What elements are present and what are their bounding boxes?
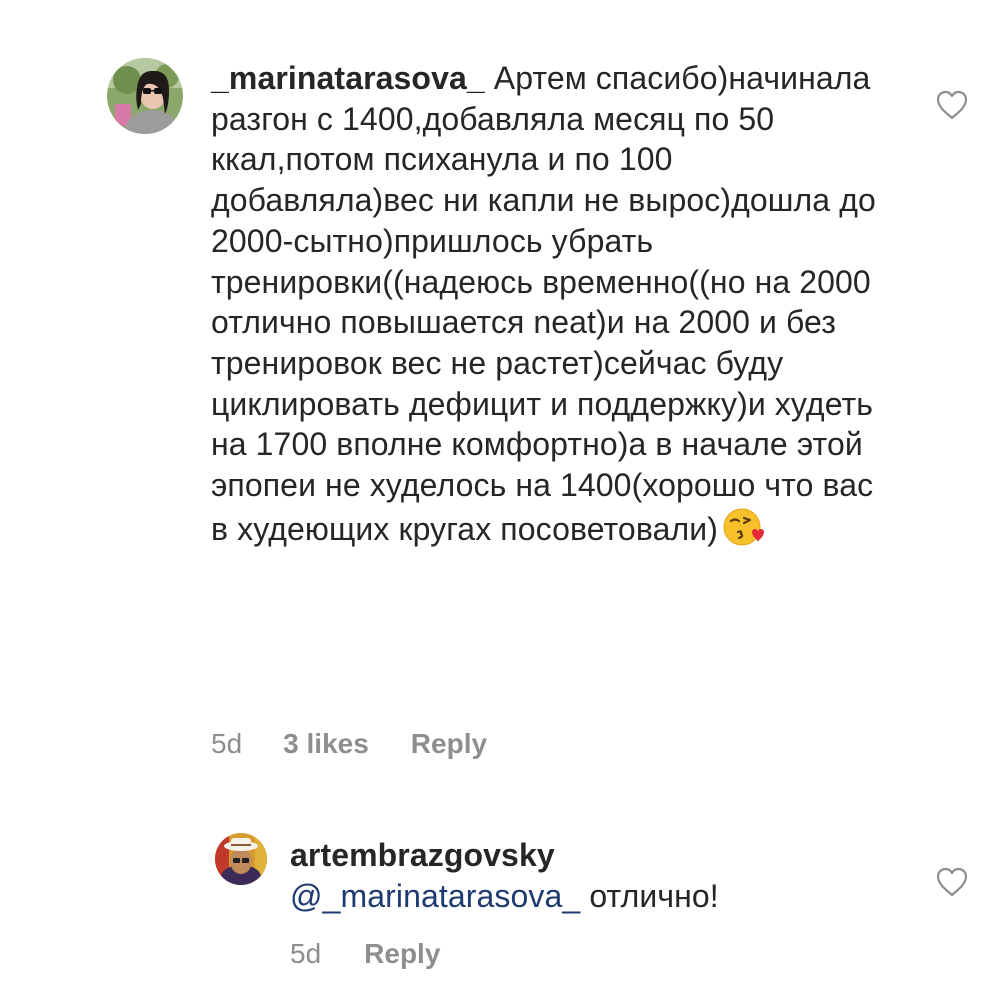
- avatar-photo: [107, 58, 183, 134]
- reply-comment-item: artembrazgovsky @_marinatarasova_ отличн…: [0, 800, 1000, 1000]
- avatar-photo: [215, 833, 267, 885]
- reply-text: отлично!: [589, 877, 719, 914]
- avatar[interactable]: [215, 833, 267, 885]
- comment-username[interactable]: _marinatarasova_: [211, 60, 485, 96]
- reply-button[interactable]: Reply: [364, 938, 440, 970]
- comment-meta: 5d 3 likes Reply: [211, 727, 487, 761]
- avatar[interactable]: [107, 58, 183, 134]
- heart-outline-icon[interactable]: [935, 866, 969, 898]
- mention-link[interactable]: @_marinatarasova_: [290, 878, 580, 914]
- reply-age: 5d: [290, 938, 322, 969]
- comment-text: Артем спасибо)начинала разгон с 1400,доб…: [211, 60, 876, 547]
- reply-meta: 5d Reply: [290, 937, 440, 971]
- kissing-face-with-heart-icon: [723, 508, 764, 546]
- comment-likes[interactable]: 3 likes: [283, 728, 369, 760]
- comment-body: _marinatarasova_ Артем спасибо)начинала …: [211, 58, 891, 549]
- reply-text-line: @_marinatarasova_ отлично!: [290, 876, 890, 917]
- reply-button[interactable]: Reply: [411, 728, 487, 760]
- heart-outline-icon[interactable]: [935, 89, 969, 121]
- comment-age: 5d: [211, 728, 243, 759]
- reply-body: artembrazgovsky @_marinatarasova_ отличн…: [290, 835, 890, 916]
- comment-item: _marinatarasova_ Артем спасибо)начинала …: [0, 0, 1000, 800]
- reply-username[interactable]: artembrazgovsky: [290, 835, 890, 876]
